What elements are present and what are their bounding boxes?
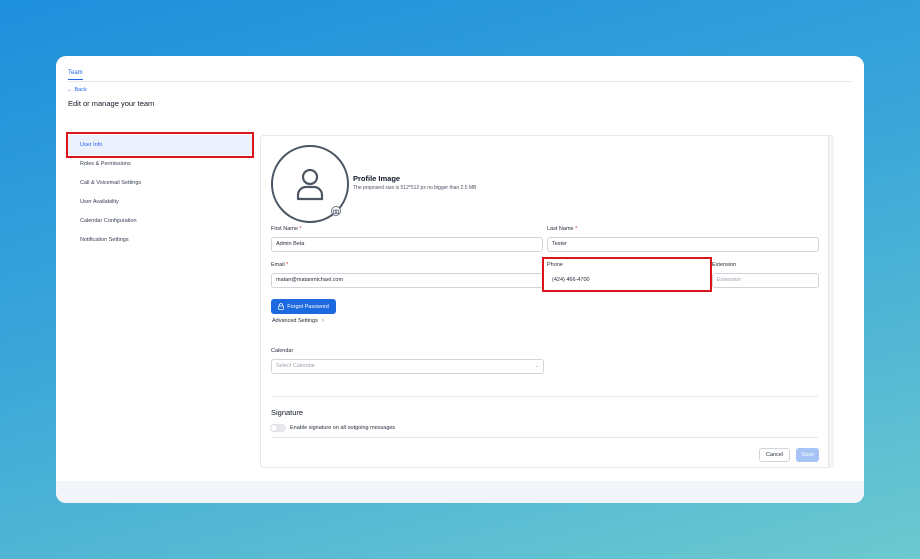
calendar-select[interactable]: Select Calendar ⌄: [271, 359, 544, 374]
advanced-settings-toggle[interactable]: Advanced Settings ›: [272, 318, 324, 324]
email-input[interactable]: matan@matanmichael.com: [271, 273, 544, 288]
extension-input[interactable]: Extension: [712, 273, 819, 288]
user-icon: [296, 168, 324, 201]
calendar-label: Calendar: [271, 348, 294, 354]
toggle-knob: [271, 425, 277, 431]
chevron-down-icon: ⌄: [534, 363, 539, 369]
scrollbar[interactable]: [828, 136, 834, 468]
email-label: Email *: [271, 262, 289, 268]
cancel-button[interactable]: Cancel: [759, 448, 790, 462]
tab-team[interactable]: Team: [68, 70, 83, 80]
user-info-card: Profile Image The proposed size is 512*5…: [260, 135, 834, 468]
profile-image-title: Profile Image: [353, 174, 401, 183]
advanced-settings-label: Advanced Settings: [272, 318, 318, 324]
page-title: Edit or manage your team: [68, 99, 155, 108]
first-name-label: First Name *: [271, 226, 302, 232]
sidebar-item-call-voicemail[interactable]: Call & Voicemail Settings: [68, 174, 252, 193]
highlight-user-info: [66, 132, 254, 158]
last-name-input[interactable]: Tester: [547, 237, 819, 252]
highlight-phone: [542, 257, 712, 292]
signature-toggle[interactable]: [270, 424, 286, 432]
first-name-input[interactable]: Admin Beta: [271, 237, 543, 252]
camera-icon[interactable]: [331, 206, 341, 216]
required-mark: *: [575, 226, 578, 232]
required-mark: *: [286, 262, 289, 268]
tab-bar: Team: [68, 70, 852, 82]
section-divider: [271, 396, 818, 397]
chevron-right-icon: ›: [321, 318, 324, 324]
app-window: Team ← Back Edit or manage your team Use…: [56, 56, 864, 503]
signature-title: Signature: [271, 408, 304, 417]
lock-icon: [278, 303, 284, 310]
arrow-left-icon: ←: [67, 87, 73, 93]
window-footer: [56, 481, 864, 503]
forgot-password-label: Forgot Password: [287, 303, 329, 310]
extension-label: Extension: [712, 262, 737, 268]
back-label: Back: [74, 87, 87, 93]
last-name-label: Last Name *: [547, 226, 578, 232]
profile-image-hint: The proposed size is 512*512 px no bigge…: [353, 185, 477, 191]
forgot-password-button[interactable]: Forgot Password: [271, 299, 336, 314]
sidebar-item-calendar-configuration[interactable]: Calendar Configuration: [68, 212, 252, 231]
calendar-select-value: Select Calendar: [276, 363, 316, 369]
sidebar-item-user-availability[interactable]: User Availability: [68, 193, 252, 212]
back-link[interactable]: ← Back: [67, 87, 87, 93]
footer-divider: [271, 437, 818, 438]
save-button[interactable]: Save: [796, 448, 819, 462]
sidebar-item-notification-settings[interactable]: Notification Settings: [68, 231, 252, 250]
signature-toggle-label: Enable signature on all outgoing message…: [290, 425, 396, 431]
required-mark: *: [299, 226, 302, 232]
